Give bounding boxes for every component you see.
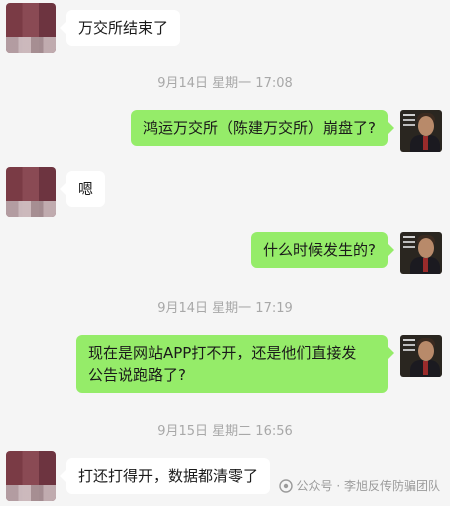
- contact-avatar[interactable]: [6, 3, 56, 53]
- message-bubble-received[interactable]: 嗯: [59, 171, 106, 207]
- message-text: 什么时候发生的?: [263, 241, 376, 259]
- timestamp: 9月14日 星期一 17:08: [157, 76, 293, 91]
- message-bubble-received[interactable]: 打还打得开，数据都清零了: [59, 458, 271, 494]
- message-text-line-2: 公告说跑路了?: [88, 366, 186, 384]
- wechat-official-account-icon: [278, 478, 293, 493]
- message-bubble-received[interactable]: 万交所结束了: [59, 10, 181, 46]
- contact-avatar[interactable]: [6, 451, 56, 501]
- contact-avatar[interactable]: [6, 167, 56, 217]
- message-bubble-sent[interactable]: 鸿运万交所（陈建万交所）崩盘了?: [131, 110, 394, 146]
- timestamp: 9月14日 星期一 17:19: [157, 301, 293, 316]
- message-text: 鸿运万交所（陈建万交所）崩盘了?: [143, 119, 376, 137]
- message-bubble-sent[interactable]: 现在是网站APP打不开，还是他们直接发 公告说跑路了?: [76, 335, 394, 393]
- message-text: 打还打得开，数据都清零了: [78, 467, 259, 485]
- user-avatar[interactable]: [400, 335, 442, 377]
- message-text-line-1: 现在是网站APP打不开，还是他们直接发: [88, 344, 357, 362]
- watermark: 公众号 · 李旭反传防骗团队: [278, 477, 440, 494]
- timestamp: 9月15日 星期二 16:56: [157, 424, 293, 439]
- user-avatar[interactable]: [400, 110, 442, 152]
- watermark-text: 公众号 · 李旭反传防骗团队: [296, 479, 440, 493]
- message-text: 万交所结束了: [78, 19, 169, 37]
- message-bubble-sent[interactable]: 什么时候发生的?: [251, 232, 394, 268]
- message-text: 嗯: [78, 180, 94, 198]
- user-avatar[interactable]: [400, 232, 442, 274]
